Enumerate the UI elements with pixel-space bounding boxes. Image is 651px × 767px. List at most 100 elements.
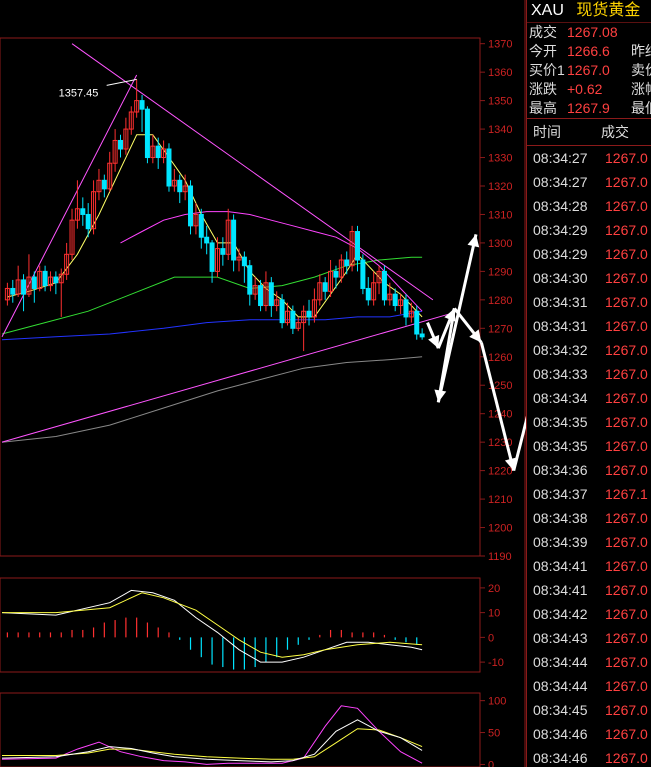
tick-time: 08:34:39 (533, 534, 588, 550)
tick-row[interactable]: 08:34:29 1267.0 (527, 242, 651, 266)
tick-row[interactable]: 08:34:35 1267.0 (527, 410, 651, 434)
candle-body (268, 282, 274, 307)
candle-body (53, 276, 59, 284)
tick-row[interactable]: 08:34:32 1267.0 (527, 338, 651, 362)
y-tick-label: 1340 (488, 124, 512, 136)
quote-label-2: 卖价 (631, 62, 651, 78)
tick-row[interactable]: 08:34:31 1267.0 (527, 290, 651, 314)
candle-body (139, 100, 145, 110)
candle-body (42, 270, 48, 287)
tick-time: 08:34:37 (533, 486, 588, 502)
tick-price: 1267.0 (605, 630, 648, 646)
tick-price: 1267.0 (605, 462, 648, 478)
symbol-name: 现货黄金 (576, 2, 641, 19)
tick-row[interactable]: 08:34:41 1267.0 (527, 578, 651, 602)
candle-body (101, 179, 107, 190)
quote-label: 成交 (529, 24, 557, 40)
candle-body (209, 242, 215, 272)
kdj-y-tick-label: 100 (488, 696, 506, 708)
tick-time: 08:34:27 (533, 150, 588, 166)
tick-row[interactable]: 08:34:27 1267.0 (527, 170, 651, 194)
tick-price: 1267.0 (605, 294, 648, 310)
tick-row[interactable]: 08:34:29 1267.0 (527, 218, 651, 242)
tick-row[interactable]: 08:34:44 1267.0 (527, 674, 651, 698)
tick-price: 1267.0 (605, 654, 648, 670)
tick-row[interactable]: 08:34:39 1267.0 (527, 530, 651, 554)
y-tick-label: 1190 (488, 551, 512, 563)
tick-row[interactable]: 08:34:45 1267.0 (527, 698, 651, 722)
y-tick-label: 1290 (488, 266, 512, 278)
candle-body (419, 333, 425, 338)
symbol-code: XAU (531, 2, 564, 19)
candle-body (306, 310, 312, 318)
tick-time: 08:34:30 (533, 270, 588, 286)
tick-row[interactable]: 08:34:38 1267.0 (527, 506, 651, 530)
tick-row[interactable]: 08:34:31 1267.0 (527, 314, 651, 338)
candle-body (21, 279, 27, 295)
candle-body (333, 270, 339, 278)
tick-list[interactable]: 08:34:27 1267.0 08:34:27 1267.0 08:34:28 1267… (527, 146, 651, 767)
tick-time: 08:34:35 (533, 414, 588, 430)
tick-row[interactable]: 08:34:36 1267.0 (527, 458, 651, 482)
candle-body (392, 293, 398, 307)
candle-body (360, 259, 366, 289)
candle-body (204, 236, 210, 244)
candle-body (414, 310, 420, 335)
quote-value: +0.62 (567, 81, 603, 97)
candle-body (80, 208, 86, 215)
tick-row[interactable]: 08:34:46 1267.0 (527, 722, 651, 746)
tick-row[interactable]: 08:34:27 1267.0 (527, 146, 651, 170)
kdj-d-line (2, 728, 423, 760)
quote-row: 成交 1267.08 (527, 23, 651, 42)
ma-blue-line (1, 310, 423, 341)
tick-time: 08:34:34 (533, 390, 588, 406)
tick-row[interactable]: 08:34:44 1267.0 (527, 650, 651, 674)
tick-time: 08:34:45 (533, 702, 588, 718)
quote-value: 1267.08 (567, 24, 618, 40)
tick-price: 1267.1 (605, 486, 648, 502)
y-tick-label: 1310 (488, 209, 512, 221)
tick-row[interactable]: 08:34:43 1267.0 (527, 626, 651, 650)
tick-time: 08:34:46 (533, 750, 588, 766)
tick-row[interactable]: 08:34:28 1267.0 (527, 194, 651, 218)
quote-value: 1266.6 (567, 43, 610, 59)
tick-row[interactable]: 08:34:37 1267.1 (527, 482, 651, 506)
quote-label: 最高 (529, 100, 557, 116)
tick-row[interactable]: 08:34:35 1267.0 (527, 434, 651, 458)
quote-row: 涨跌 +0.62 涨幅 (527, 80, 651, 99)
tick-time: 08:34:38 (533, 510, 588, 526)
tick-price: 1267.0 (605, 222, 648, 238)
tick-price: 1267.0 (605, 606, 648, 622)
tick-price: 1267.0 (605, 390, 648, 406)
kdj-k-line (1, 719, 423, 763)
candle-body (365, 287, 371, 301)
candle-body (290, 310, 296, 329)
tick-row[interactable]: 08:34:42 1267.0 (527, 602, 651, 626)
tick-row[interactable]: 08:34:33 1267.0 (527, 362, 651, 386)
candle-body (231, 219, 237, 261)
tick-row[interactable]: 08:34:34 1267.0 (527, 386, 651, 410)
tick-row[interactable]: 08:34:30 1267.0 (527, 266, 651, 290)
trendline (1, 313, 450, 443)
tick-time: 08:34:41 (533, 558, 588, 574)
candle-body (144, 108, 150, 159)
time-column-header: 时间 (533, 124, 561, 140)
candle-body (85, 213, 91, 230)
tick-price: 1267.0 (605, 534, 648, 550)
tick-row[interactable]: 08:34:46 1267.0 (527, 746, 651, 767)
candle-body (322, 282, 328, 292)
tick-price: 1267.0 (605, 558, 648, 574)
y-tick-label: 1220 (488, 466, 512, 478)
y-tick-label: 1200 (488, 523, 512, 535)
quote-label-2: 涨幅 (631, 81, 651, 97)
macd-y-tick-label: 20 (488, 583, 500, 595)
candle-body (177, 179, 183, 193)
tick-row[interactable]: 08:34:41 1267.0 (527, 554, 651, 578)
tick-time: 08:34:42 (533, 606, 588, 622)
tick-time: 08:34:35 (533, 438, 588, 454)
macd-y-tick-label: 0 (488, 632, 494, 644)
quote-header: XAU 现货黄金 (527, 0, 651, 23)
ma-gray-line (1, 356, 423, 443)
y-tick-label: 1280 (488, 295, 512, 307)
quote-value: 1267.0 (567, 62, 610, 78)
